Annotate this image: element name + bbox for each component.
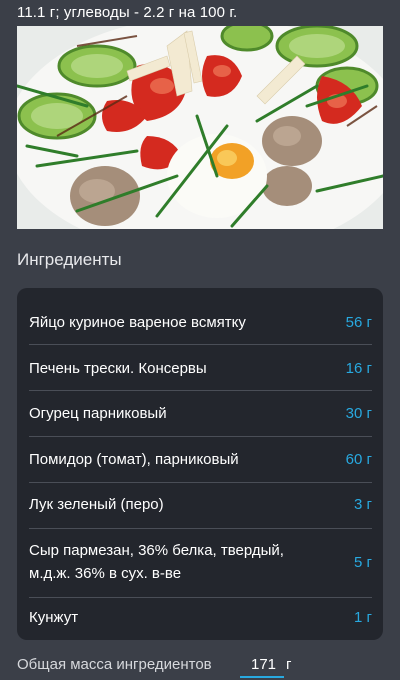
ingredient-row[interactable]: Сыр пармезан, 36% белка, твердый, м.д.ж.… (29, 538, 372, 586)
divider (29, 390, 372, 391)
ingredient-amount[interactable]: 1 г (354, 609, 372, 626)
ingredient-amount[interactable]: 5 г (354, 554, 372, 571)
ingredient-row[interactable]: Кунжут 1 г (29, 605, 372, 629)
divider (29, 597, 372, 598)
total-mass-unit: г (286, 656, 292, 673)
ingredient-name: Печень трески. Консервы (29, 359, 207, 377)
ingredient-row[interactable]: Яйцо куриное вареное всмятку 56 г (29, 310, 372, 334)
ingredient-name: Помидор (томат), парниковый (29, 450, 239, 468)
divider (29, 528, 372, 529)
ingredient-amount[interactable]: 16 г (346, 360, 372, 377)
nutrition-info-text: 11.1 г; углеводы - 2.2 г на 100 г. (17, 4, 238, 21)
ingredient-row[interactable]: Огурец парниковый 30 г (29, 401, 372, 425)
ingredients-card: Яйцо куриное вареное всмятку 56 г Печень… (17, 288, 383, 640)
ingredient-amount[interactable]: 56 г (346, 314, 372, 331)
total-mass-value[interactable]: 171 (251, 656, 276, 673)
divider (29, 344, 372, 345)
ingredient-row[interactable]: Лук зеленый (перо) 3 г (29, 492, 372, 516)
ingredients-section-title: Ингредиенты (17, 250, 122, 269)
ingredient-name: Кунжут (29, 608, 79, 626)
total-mass-label: Общая масса ингредиентов (17, 656, 212, 673)
ingredient-row[interactable]: Помидор (томат), парниковый 60 г (29, 447, 372, 471)
ingredient-amount[interactable]: 60 г (346, 451, 372, 468)
ingredient-name: Огурец парниковый (29, 404, 167, 422)
ingredient-name: Яйцо куриное вареное всмятку (29, 313, 246, 331)
ingredient-amount[interactable]: 3 г (354, 496, 372, 513)
ingredient-amount[interactable]: 30 г (346, 405, 372, 422)
divider (29, 482, 372, 483)
ingredient-row[interactable]: Печень трески. Консервы 16 г (29, 356, 372, 380)
divider (29, 436, 372, 437)
ingredient-name: Лук зеленый (перо) (29, 495, 164, 513)
recipe-photo (17, 26, 383, 229)
ingredient-name: Сыр пармезан, 36% белка, твердый, м.д.ж.… (29, 542, 284, 582)
recipe-page: 11.1 г; углеводы - 2.2 г на 100 г. Ингре… (0, 0, 400, 680)
